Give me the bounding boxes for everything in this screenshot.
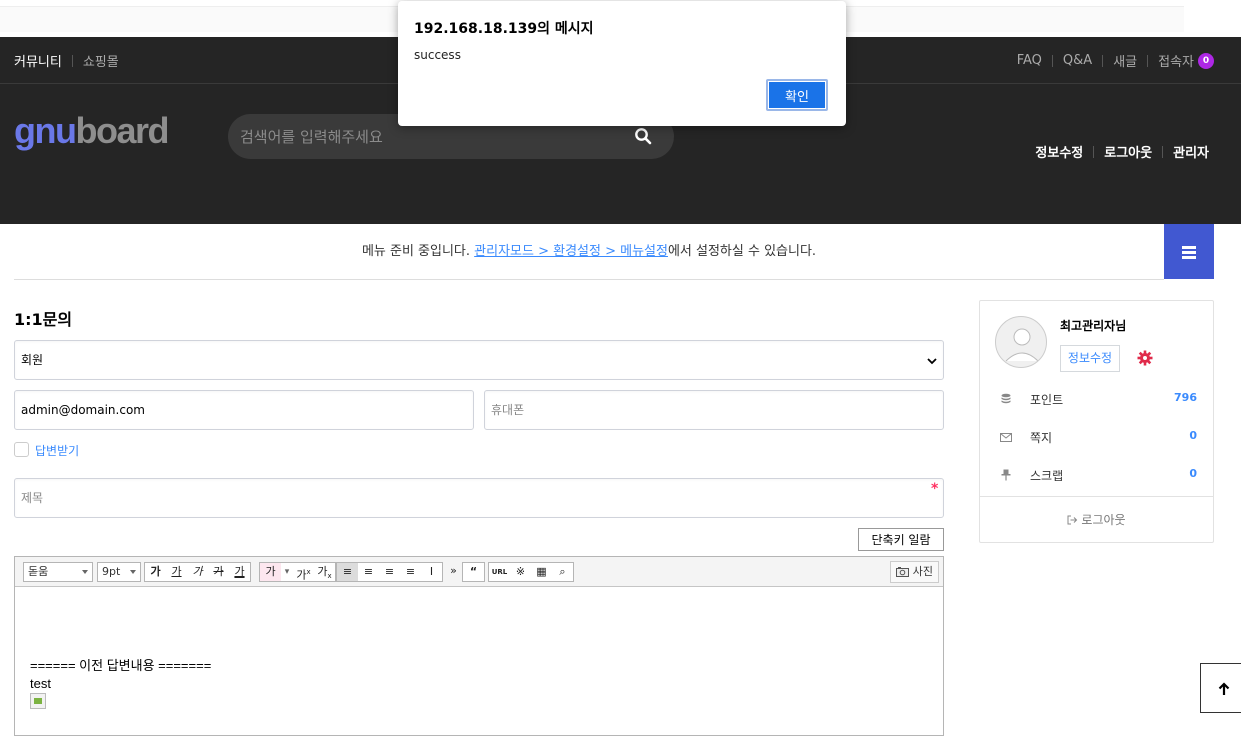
editor-previous-reply-line: ====== 이전 답변내용 ======= — [30, 658, 212, 673]
profile-name: 최고관리자님 — [1060, 319, 1127, 333]
sign-out-icon — [1067, 515, 1078, 525]
nav-qa[interactable]: Q&A — [1063, 53, 1092, 68]
editor-toolbar: 돋움 9pt 가 가 가 가 가 가 ▾ 가x 가x ≡ ≡ ≡ ≡ I » “ — [15, 557, 943, 587]
editor-content[interactable]: ====== 이전 답변내용 ======= test — [30, 657, 211, 714]
quote-group: “ — [462, 562, 485, 582]
profile-edit-button[interactable]: 정보수정 — [1060, 345, 1120, 372]
editor-text-line: test — [30, 676, 51, 691]
phone-field-wrap — [484, 390, 944, 430]
avatar — [995, 316, 1047, 368]
menu-toggle-button[interactable] — [1164, 224, 1214, 279]
insert-group: URL ※ ▦ ⌕ — [488, 562, 574, 582]
search-input[interactable] — [240, 126, 620, 148]
font-color-button[interactable]: 가 — [229, 563, 250, 581]
profile-box: 최고관리자님 정보수정 포인트 796 쪽지 0 스크랩 0 로그아웃 — [979, 300, 1214, 543]
align-left-button[interactable]: ≡ — [337, 563, 358, 581]
subscript-button[interactable]: 가x — [314, 563, 335, 581]
nav-visitors[interactable]: 접속자 — [1158, 51, 1194, 70]
align-group: ≡ ≡ ≡ ≡ I — [336, 562, 443, 582]
profile-row-memo[interactable]: 쪽지 0 — [980, 419, 1213, 457]
highlight-button[interactable]: 가 — [260, 563, 281, 581]
header-edit-profile[interactable]: 정보수정 — [1035, 142, 1083, 161]
menu-notice: 메뉴 준비 중입니다. 관리자모드 > 환경설정 > 메뉴설정에서 설정하실 수… — [14, 224, 1164, 280]
camera-icon — [895, 567, 909, 577]
menu-settings-link[interactable]: 관리자모드 > 환경설정 > 메뉴설정 — [474, 244, 668, 259]
broken-image-icon — [30, 693, 46, 709]
strike-button[interactable]: 가 — [208, 563, 229, 581]
user-avatar-icon — [1005, 328, 1039, 362]
gear-icon[interactable] — [1137, 350, 1153, 366]
arrow-up-icon — [1218, 682, 1230, 695]
photo-upload-button[interactable]: 사진 — [889, 561, 939, 583]
highlight-dropdown[interactable]: ▾ — [281, 563, 293, 581]
align-right-button[interactable]: ≡ — [379, 563, 400, 581]
nav-community[interactable]: 커뮤니티 — [14, 51, 62, 70]
align-center-button[interactable]: ≡ — [358, 563, 379, 581]
profile-row-point[interactable]: 포인트 796 — [980, 381, 1213, 419]
email-field-wrap — [14, 390, 474, 430]
alert-dialog: 192.168.18.139의 메시지 success 확인 — [398, 1, 846, 126]
search-icon[interactable] — [634, 127, 652, 145]
italic-button[interactable]: 가 — [187, 563, 208, 581]
category-select-wrap: 회원 — [14, 340, 944, 380]
underline-button[interactable]: 가 — [166, 563, 187, 581]
url-button[interactable]: URL — [489, 563, 510, 581]
text-style-group: 가 가 가 가 가 — [144, 562, 251, 582]
nav-new-posts[interactable]: 새글 — [1113, 51, 1137, 70]
visitor-count-badge: 0 — [1198, 52, 1214, 69]
sms-checkbox[interactable] — [14, 442, 29, 457]
special-char-button[interactable]: ※ — [510, 563, 531, 581]
find-button[interactable]: ⌕ — [552, 563, 573, 581]
required-mark: * — [931, 481, 939, 497]
sms-checkbox-label[interactable]: 답변받기 — [35, 442, 79, 459]
dialog-message: success — [414, 48, 461, 62]
bold-button[interactable]: 가 — [145, 563, 166, 581]
table-button[interactable]: ▦ — [531, 563, 552, 581]
font-family-select[interactable]: 돋움 — [23, 562, 93, 582]
dialog-title: 192.168.18.139의 메시지 — [414, 21, 594, 37]
database-icon — [1001, 393, 1011, 404]
superscript-button[interactable]: 가x — [293, 563, 314, 582]
profile-row-scrap[interactable]: 스크랩 0 — [980, 457, 1213, 495]
site-logo[interactable]: gnuboard — [14, 110, 169, 152]
subject-field-wrap — [14, 478, 944, 518]
category-select[interactable]: 회원 — [15, 341, 943, 379]
font-size-select[interactable]: 9pt — [97, 562, 141, 582]
color-group: 가 ▾ 가x 가x — [259, 562, 336, 582]
chevron-down-icon — [927, 358, 937, 365]
more-tools-button[interactable]: » — [443, 562, 464, 580]
rich-text-editor: 돋움 9pt 가 가 가 가 가 가 ▾ 가x 가x ≡ ≡ ≡ ≡ I » “ — [14, 556, 944, 736]
line-height-button[interactable]: I — [421, 563, 442, 581]
phone-field[interactable] — [485, 391, 943, 429]
dialog-ok-button[interactable]: 확인 — [766, 79, 828, 111]
envelope-icon — [1000, 433, 1012, 442]
nav-shopping[interactable]: 쇼핑몰 — [83, 51, 119, 70]
nav-faq[interactable]: FAQ — [1017, 53, 1042, 68]
quote-button[interactable]: “ — [463, 563, 484, 581]
shortcut-list-button[interactable]: 단축키 일람 — [858, 528, 944, 551]
align-justify-button[interactable]: ≡ — [400, 563, 421, 581]
scroll-top-button[interactable] — [1200, 663, 1241, 713]
header-admin[interactable]: 관리자 — [1173, 142, 1209, 161]
email-field[interactable] — [15, 391, 473, 429]
header-logout[interactable]: 로그아웃 — [1104, 142, 1152, 161]
profile-logout-button[interactable]: 로그아웃 — [980, 496, 1213, 543]
subject-field[interactable] — [15, 479, 943, 517]
pin-icon — [1001, 469, 1011, 481]
page-title: 1:1문의 — [14, 310, 73, 329]
